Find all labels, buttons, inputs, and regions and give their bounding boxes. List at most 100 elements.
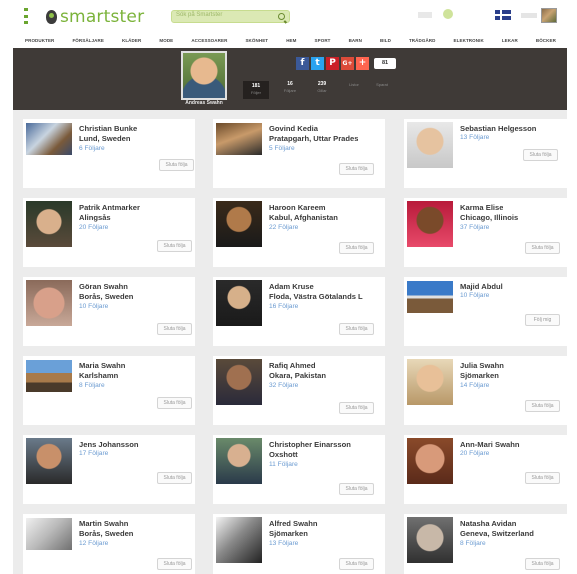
unfollow-button[interactable]: Sluta följa: [157, 323, 192, 335]
user-followers-link[interactable]: 20 Följare: [460, 450, 489, 457]
category-link[interactable]: SPORT: [315, 35, 331, 47]
user-photo[interactable]: [26, 123, 72, 155]
user-photo[interactable]: [216, 280, 262, 326]
unfollow-button[interactable]: Sluta följa: [339, 483, 374, 495]
user-photo[interactable]: [407, 517, 453, 563]
search-icon[interactable]: [278, 13, 285, 20]
follow-button[interactable]: Följ mig: [525, 314, 560, 326]
user-name-link[interactable]: Adam Kruse: [269, 282, 314, 291]
category-link[interactable]: ACCESSOARER: [191, 35, 227, 47]
user-name-link[interactable]: Sebastian Helgesson: [460, 124, 536, 133]
user-name-link[interactable]: Christian Bunke: [79, 124, 137, 133]
category-link[interactable]: LEKAR: [502, 35, 518, 47]
stat-likes[interactable]: 239 Gillar: [309, 81, 335, 93]
stat-followers[interactable]: 16 Följare: [277, 81, 303, 93]
user-followers-link[interactable]: 32 Följare: [269, 382, 298, 389]
facebook-share-icon[interactable]: f: [296, 57, 309, 70]
menu-toggle-icon[interactable]: [24, 8, 28, 24]
category-link[interactable]: BILD: [380, 35, 391, 47]
user-followers-link[interactable]: 10 Följare: [460, 292, 489, 299]
google-plus-share-icon[interactable]: G+: [341, 57, 354, 70]
user-photo[interactable]: [216, 201, 262, 247]
user-photo[interactable]: [407, 201, 453, 247]
category-link[interactable]: BÖCKER: [536, 35, 556, 47]
more-share-icon[interactable]: +: [356, 57, 369, 70]
stat-saved[interactable]: Sparat: [369, 81, 395, 87]
pinterest-share-icon[interactable]: P: [326, 57, 339, 70]
user-photo[interactable]: [407, 438, 453, 484]
twitter-share-icon[interactable]: t: [311, 57, 324, 70]
unfollow-button[interactable]: Sluta följa: [523, 149, 558, 161]
user-name-link[interactable]: Jens Johansson: [79, 440, 139, 449]
user-followers-link[interactable]: 20 Följare: [79, 224, 108, 231]
user-name-link[interactable]: Ann-Mari Swahn: [460, 440, 520, 449]
user-name-link[interactable]: Haroon Kareem: [269, 203, 326, 212]
unfollow-button[interactable]: Sluta följa: [525, 472, 560, 484]
category-link[interactable]: KLÄDER: [122, 35, 141, 47]
user-name-link[interactable]: Christopher Einarsson: [269, 440, 351, 449]
unfollow-button[interactable]: Sluta följa: [525, 558, 560, 570]
user-followers-link[interactable]: 37 Följare: [460, 224, 489, 231]
category-link[interactable]: FÖRSÄLJARE: [72, 35, 104, 47]
user-photo[interactable]: [216, 359, 262, 405]
notification-icon[interactable]: [443, 9, 453, 19]
user-followers-link[interactable]: 17 Följare: [79, 450, 108, 457]
unfollow-button[interactable]: Sluta följa: [157, 397, 192, 409]
user-followers-link[interactable]: 12 Följare: [79, 540, 108, 547]
user-name-link[interactable]: Rafiq Ahmed: [269, 361, 316, 370]
user-photo[interactable]: [26, 438, 72, 484]
unfollow-button[interactable]: Sluta följa: [525, 400, 560, 412]
unfollow-button[interactable]: Sluta följa: [159, 159, 194, 171]
unfollow-button[interactable]: Sluta följa: [339, 163, 374, 175]
notification-label[interactable]: [418, 12, 432, 18]
user-photo[interactable]: [26, 518, 72, 550]
user-name-link[interactable]: Alfred Swahn: [269, 519, 318, 528]
user-photo[interactable]: [407, 281, 453, 313]
user-name-link[interactable]: Julia Swahn: [460, 361, 504, 370]
user-followers-link[interactable]: 22 Följare: [269, 224, 298, 231]
logo[interactable]: smartster: [46, 7, 144, 27]
user-followers-link[interactable]: 11 Följare: [269, 461, 298, 468]
stat-lists[interactable]: Listor: [341, 81, 367, 87]
user-photo[interactable]: [26, 280, 72, 326]
user-photo[interactable]: [26, 360, 72, 392]
user-followers-link[interactable]: 16 Följare: [269, 303, 298, 310]
user-photo[interactable]: [26, 201, 72, 247]
language-flag-icon[interactable]: [495, 10, 511, 20]
unfollow-button[interactable]: Sluta följa: [339, 323, 374, 335]
user-followers-link[interactable]: 13 Följare: [460, 134, 489, 141]
category-link[interactable]: TRÄDGÅRD: [409, 35, 436, 47]
user-followers-link[interactable]: 10 Följare: [79, 303, 108, 310]
user-followers-link[interactable]: 8 Följare: [79, 382, 105, 389]
user-photo[interactable]: [216, 438, 262, 484]
user-photo[interactable]: [216, 517, 262, 563]
user-name-link[interactable]: Natasha Avidan: [460, 519, 516, 528]
user-photo[interactable]: [407, 359, 453, 405]
user-name-link[interactable]: Maria Swahn: [79, 361, 125, 370]
user-followers-link[interactable]: 13 Följare: [269, 540, 298, 547]
user-followers-link[interactable]: 8 Följare: [460, 540, 486, 547]
user-name-link[interactable]: Göran Swahn: [79, 282, 128, 291]
unfollow-button[interactable]: Sluta följa: [339, 402, 374, 414]
user-photo[interactable]: [407, 122, 453, 168]
user-name-link[interactable]: Govind Kedia: [269, 124, 318, 133]
unfollow-button[interactable]: Sluta följa: [157, 472, 192, 484]
search-input[interactable]: Sök på Smartster: [171, 10, 290, 23]
user-name-link[interactable]: Majid Abdul: [460, 282, 503, 291]
user-name-link[interactable]: Martin Swahn: [79, 519, 128, 528]
category-link[interactable]: BARN: [349, 35, 362, 47]
unfollow-button[interactable]: Sluta följa: [525, 242, 560, 254]
user-followers-link[interactable]: 5 Följare: [269, 145, 295, 152]
unfollow-button[interactable]: Sluta följa: [339, 558, 374, 570]
user-name-link[interactable]: Karma Elise: [460, 203, 503, 212]
unfollow-button[interactable]: Sluta följa: [157, 240, 192, 252]
user-photo[interactable]: [216, 123, 262, 155]
category-link[interactable]: ELEKTRONIK: [454, 35, 484, 47]
category-link[interactable]: PRODUKTER: [25, 35, 54, 47]
user-menu-label[interactable]: [521, 13, 537, 18]
category-link[interactable]: MODE: [159, 35, 173, 47]
category-link[interactable]: HEM: [286, 35, 296, 47]
user-name-link[interactable]: Patrik Antmarker: [79, 203, 140, 212]
category-link[interactable]: SKÖNHET: [245, 35, 268, 47]
user-followers-link[interactable]: 14 Följare: [460, 382, 489, 389]
